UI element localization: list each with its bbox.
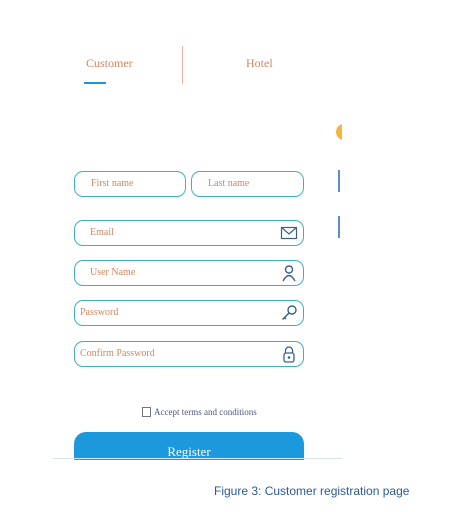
person-icon [282,265,296,282]
last-name-placeholder: Last name [208,178,250,189]
last-name-field[interactable]: Last name [191,171,304,197]
email-field[interactable]: Email [74,220,304,246]
key-icon [282,305,297,320]
padlock-icon [283,346,295,363]
password-placeholder: Password [80,307,119,318]
edge-fragment [338,216,340,238]
registration-screen: Customer Hotel First name Last name Emai… [52,32,342,460]
tab-hotel[interactable]: Hotel [246,56,273,71]
email-placeholder: Email [90,227,114,238]
register-button[interactable]: Register [74,432,304,460]
bottom-divider [52,458,342,459]
figure-caption: Figure 3: Customer registration page [214,484,410,498]
password-field[interactable]: Password [74,300,304,326]
first-name-field[interactable]: First name [74,171,186,197]
accept-terms-row: Accept terms and conditions [142,407,257,417]
accept-terms-checkbox[interactable] [142,407,151,417]
tab-divider [182,46,183,84]
tab-customer[interactable]: Customer [86,56,133,71]
user-name-placeholder: User Name [90,267,136,278]
accept-terms-label: Accept terms and conditions [154,407,257,417]
edge-fragment [338,170,340,192]
first-name-placeholder: First name [91,178,134,189]
confirm-password-placeholder: Confirm Password [80,348,155,359]
tab-active-indicator [84,82,106,84]
edge-fragment [336,124,342,140]
envelope-icon [280,226,298,240]
confirm-password-field[interactable]: Confirm Password [74,341,304,367]
user-name-field[interactable]: User Name [74,260,304,286]
